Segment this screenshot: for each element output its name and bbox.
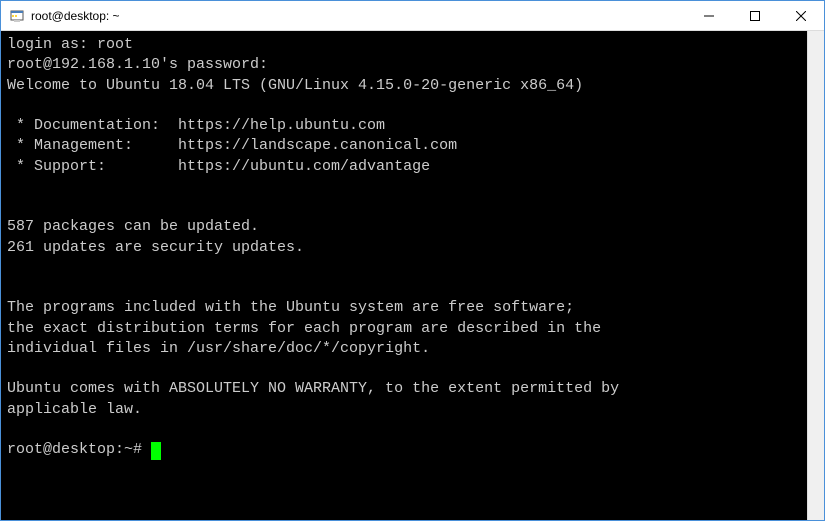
terminal-line: [7, 177, 801, 197]
terminal-line: * Management: https://landscape.canonica…: [7, 136, 801, 156]
terminal-prompt-line: root@desktop:~#: [7, 440, 801, 460]
terminal-line: [7, 420, 801, 440]
window-titlebar[interactable]: root@desktop: ~: [1, 1, 824, 31]
terminal-line: login as: root: [7, 35, 801, 55]
terminal-line: Ubuntu comes with ABSOLUTELY NO WARRANTY…: [7, 379, 801, 399]
terminal-line: [7, 96, 801, 116]
terminal-line: * Documentation: https://help.ubuntu.com: [7, 116, 801, 136]
terminal-line: 261 updates are security updates.: [7, 238, 801, 258]
minimize-button[interactable]: [686, 1, 732, 30]
terminal-line: [7, 359, 801, 379]
terminal-line: The programs included with the Ubuntu sy…: [7, 298, 801, 318]
terminal-line: applicable law.: [7, 400, 801, 420]
terminal-line: 587 packages can be updated.: [7, 217, 801, 237]
terminal-line: * Support: https://ubuntu.com/advantage: [7, 157, 801, 177]
terminal-line: [7, 197, 801, 217]
terminal-line: [7, 258, 801, 278]
terminal-line: individual files in /usr/share/doc/*/cop…: [7, 339, 801, 359]
terminal-cursor: [151, 442, 161, 460]
terminal-line: root@192.168.1.10's password:: [7, 55, 801, 75]
terminal-line: Welcome to Ubuntu 18.04 LTS (GNU/Linux 4…: [7, 76, 801, 96]
terminal-output[interactable]: login as: rootroot@192.168.1.10's passwo…: [1, 31, 807, 520]
close-button[interactable]: [778, 1, 824, 30]
vertical-scrollbar[interactable]: [807, 31, 824, 520]
window-controls: [686, 1, 824, 30]
shell-prompt: root@desktop:~#: [7, 441, 151, 458]
putty-icon: [9, 8, 25, 24]
maximize-button[interactable]: [732, 1, 778, 30]
terminal-line: [7, 278, 801, 298]
terminal-line: the exact distribution terms for each pr…: [7, 319, 801, 339]
window-title: root@desktop: ~: [31, 9, 686, 23]
